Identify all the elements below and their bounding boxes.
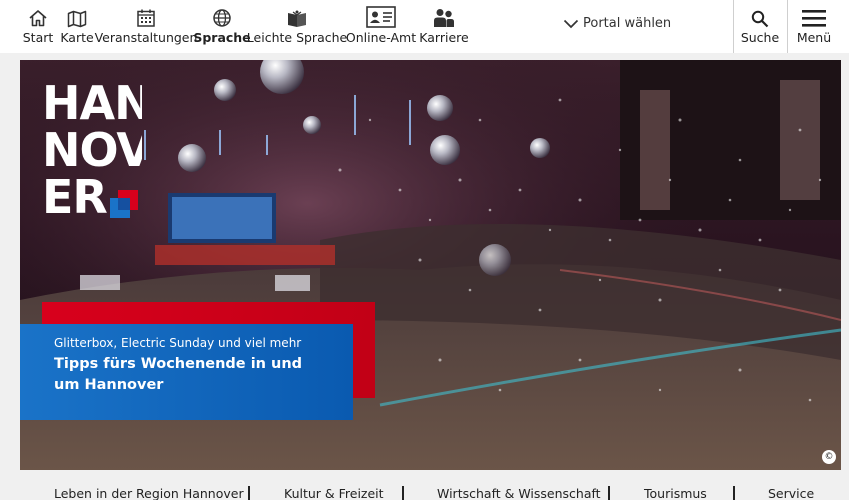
nav-sprache-label: Sprache xyxy=(193,30,251,45)
nav-start[interactable]: Start xyxy=(22,0,54,53)
nav-leichte-sprache[interactable]: Leichte Sprache xyxy=(247,0,347,53)
category-kultur[interactable]: Kultur & Freizeit xyxy=(284,486,384,500)
nav-karte[interactable]: Karte xyxy=(60,0,94,53)
divider xyxy=(608,486,610,500)
category-wirtschaft[interactable]: Wirtschaft & Wissenschaft xyxy=(437,486,601,500)
teaser-title: Tipps fürs Wochenende in und um Hannover xyxy=(54,356,303,393)
divider xyxy=(248,486,250,500)
nav-karriere-label: Karriere xyxy=(419,30,469,45)
hamburger-menu-icon xyxy=(802,0,826,30)
people-icon xyxy=(433,0,455,30)
home-icon xyxy=(28,0,48,30)
hero-banner[interactable]: HAN NOV ER Glitterbox, Electric Sunday u… xyxy=(20,60,841,470)
map-icon xyxy=(67,0,87,30)
divider xyxy=(733,486,735,500)
search-button-label: Suche xyxy=(740,30,780,45)
calendar-icon xyxy=(136,0,156,30)
search-button[interactable]: Suche xyxy=(741,0,779,53)
chevron-down-icon xyxy=(563,19,579,28)
page: Start Karte Veranstaltungen Sprache Leic… xyxy=(0,0,849,500)
menu-button-label: Menü xyxy=(796,30,832,45)
nav-sprache[interactable]: Sprache xyxy=(193,0,251,53)
logo-mark-icon xyxy=(110,190,138,218)
category-service[interactable]: Service xyxy=(768,486,814,500)
divider xyxy=(733,0,734,53)
logo-line: NOV xyxy=(42,127,142,174)
logo-line: HAN xyxy=(42,80,142,127)
easy-language-book-icon xyxy=(286,0,308,30)
nav-karte-label: Karte xyxy=(60,30,94,45)
divider xyxy=(787,0,788,53)
search-icon xyxy=(751,0,769,30)
teaser-card[interactable]: Glitterbox, Electric Sunday und viel meh… xyxy=(20,324,353,420)
copyright-icon[interactable]: © xyxy=(822,450,836,464)
id-card-icon xyxy=(366,0,396,30)
top-navigation: Start Karte Veranstaltungen Sprache Leic… xyxy=(0,0,849,53)
nav-veranstaltungen[interactable]: Veranstaltungen xyxy=(95,0,197,53)
divider xyxy=(402,486,404,500)
nav-online-amt[interactable]: Online-Amt xyxy=(346,0,416,53)
category-navigation: Leben in der Region Hannover Kultur & Fr… xyxy=(20,482,841,500)
nav-leichte-sprache-label: Leichte Sprache xyxy=(246,30,348,45)
teaser-subtitle: Glitterbox, Electric Sunday und viel meh… xyxy=(54,336,302,350)
menu-button[interactable]: Menü xyxy=(796,0,832,53)
category-leben[interactable]: Leben in der Region Hannover xyxy=(54,486,244,500)
nav-karriere[interactable]: Karriere xyxy=(419,0,469,53)
nav-start-label: Start xyxy=(22,30,54,45)
portal-select-label: Portal wählen xyxy=(583,16,672,31)
hannover-logo: HAN NOV ER xyxy=(42,80,142,221)
category-tourismus[interactable]: Tourismus xyxy=(644,486,707,500)
nav-veranstaltungen-label: Veranstaltungen xyxy=(94,30,198,45)
globe-icon xyxy=(212,0,232,30)
portal-select[interactable]: Portal wählen xyxy=(563,16,671,31)
nav-online-amt-label: Online-Amt xyxy=(345,30,417,45)
